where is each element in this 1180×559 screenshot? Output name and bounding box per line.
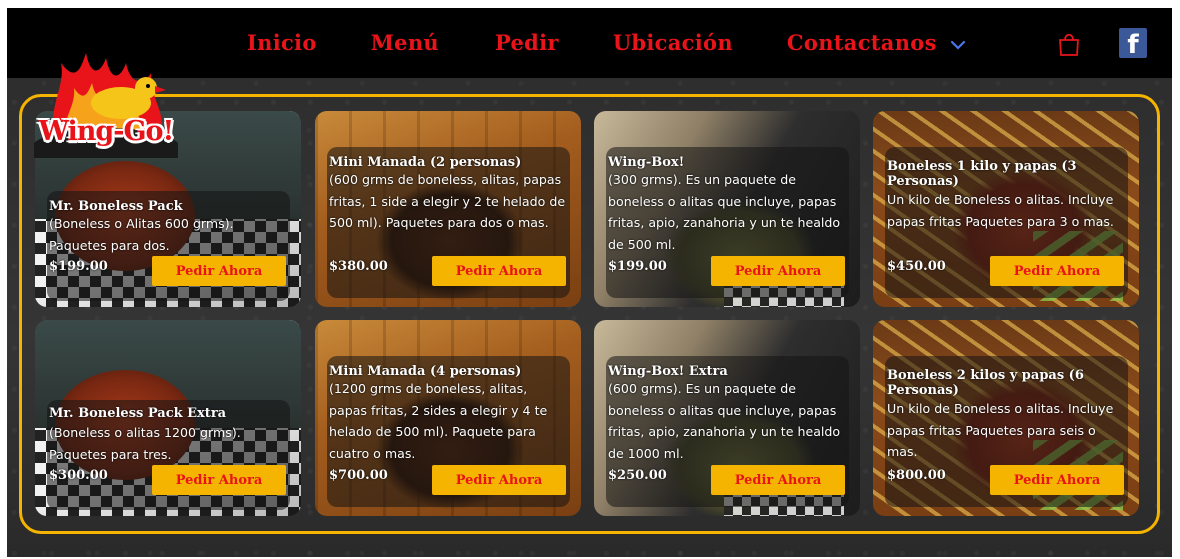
- product-price: $300.00: [49, 468, 108, 483]
- shopping-bag-icon[interactable]: [1058, 31, 1080, 57]
- page-frame: Inicio Menú Pedir Ubicación Contactanos …: [7, 8, 1172, 557]
- nav-link-ubicacion[interactable]: Ubicación: [613, 30, 733, 55]
- logo-text: Wing-Go!: [38, 116, 175, 147]
- product-description: (600 grms de boneless, alitas, papas fri…: [329, 172, 566, 230]
- product-card: Boneless 2 kilos y papas (6 Personas) Un…: [873, 320, 1139, 516]
- nav-link-contactanos[interactable]: Contactanos: [787, 30, 967, 55]
- wing-go-logo[interactable]: Wing-Go!: [26, 48, 186, 163]
- product-price: $800.00: [887, 468, 946, 483]
- product-description: (Boneless o Alitas 600 grms). Paquetes p…: [49, 216, 234, 253]
- product-description: (600 grms). Es un paquete de boneless o …: [608, 381, 841, 461]
- product-title: Mr. Boneless Pack Extra: [49, 406, 227, 421]
- product-title: Boneless 2 kilos y papas (6 Personas): [887, 368, 1084, 398]
- product-title: Mr. Boneless Pack: [49, 199, 183, 214]
- nav-link-menu[interactable]: Menú: [371, 30, 439, 55]
- product-title: Mini Manada (4 personas): [329, 364, 522, 379]
- order-now-button[interactable]: Pedir Ahora: [990, 465, 1124, 495]
- product-price: $700.00: [329, 468, 388, 483]
- product-price: $450.00: [887, 259, 946, 274]
- order-now-button[interactable]: Pedir Ahora: [152, 256, 286, 286]
- order-now-button[interactable]: Pedir Ahora: [711, 465, 845, 495]
- product-price: $199.00: [49, 259, 108, 274]
- product-description: Un kilo de Boneless o alitas. Incluye pa…: [887, 192, 1114, 229]
- product-description: (Boneless o alitas 1200 grms). Paquetes …: [49, 425, 241, 462]
- nav-link-contactanos-label: Contactanos: [786, 30, 937, 55]
- product-title: Wing-Box!: [608, 155, 685, 170]
- product-card: Mr. Boneless Pack Extra (Boneless o alit…: [35, 320, 301, 516]
- product-card: Mini Manada (4 personas) (1200 grms de b…: [315, 320, 581, 516]
- product-description: (1200 grms de boneless, alitas, papas fr…: [329, 381, 548, 461]
- product-price: $380.00: [329, 259, 388, 274]
- product-card: Mini Manada (2 personas) (600 grms de bo…: [315, 111, 581, 307]
- order-now-button[interactable]: Pedir Ahora: [711, 256, 845, 286]
- order-now-button[interactable]: Pedir Ahora: [432, 256, 566, 286]
- product-title: Mini Manada (2 personas): [329, 155, 522, 170]
- product-title: Wing-Box! Extra: [608, 364, 728, 379]
- product-price: $250.00: [608, 468, 667, 483]
- product-description: (300 grms). Es un paquete de boneless o …: [608, 172, 841, 252]
- nav-link-pedir[interactable]: Pedir: [495, 30, 559, 55]
- order-now-button[interactable]: Pedir Ahora: [432, 465, 566, 495]
- order-now-button[interactable]: Pedir Ahora: [990, 256, 1124, 286]
- facebook-icon[interactable]: f: [1119, 28, 1147, 60]
- product-price: $199.00: [608, 259, 667, 274]
- product-description: Un kilo de Boneless o alitas. Incluye pa…: [887, 401, 1114, 459]
- product-card: Boneless 1 kilo y papas (3 Personas) Un …: [873, 111, 1139, 307]
- nav-link-inicio[interactable]: Inicio: [247, 30, 317, 55]
- product-card: Wing-Box! (300 grms). Es un paquete de b…: [594, 111, 860, 307]
- product-card: Wing-Box! Extra (600 grms). Es un paquet…: [594, 320, 860, 516]
- product-title: Boneless 1 kilo y papas (3 Personas): [887, 159, 1077, 189]
- order-now-button[interactable]: Pedir Ahora: [152, 465, 286, 495]
- nav-links: Inicio Menú Pedir Ubicación Contactanos: [247, 30, 967, 55]
- chevron-down-icon[interactable]: [949, 34, 967, 52]
